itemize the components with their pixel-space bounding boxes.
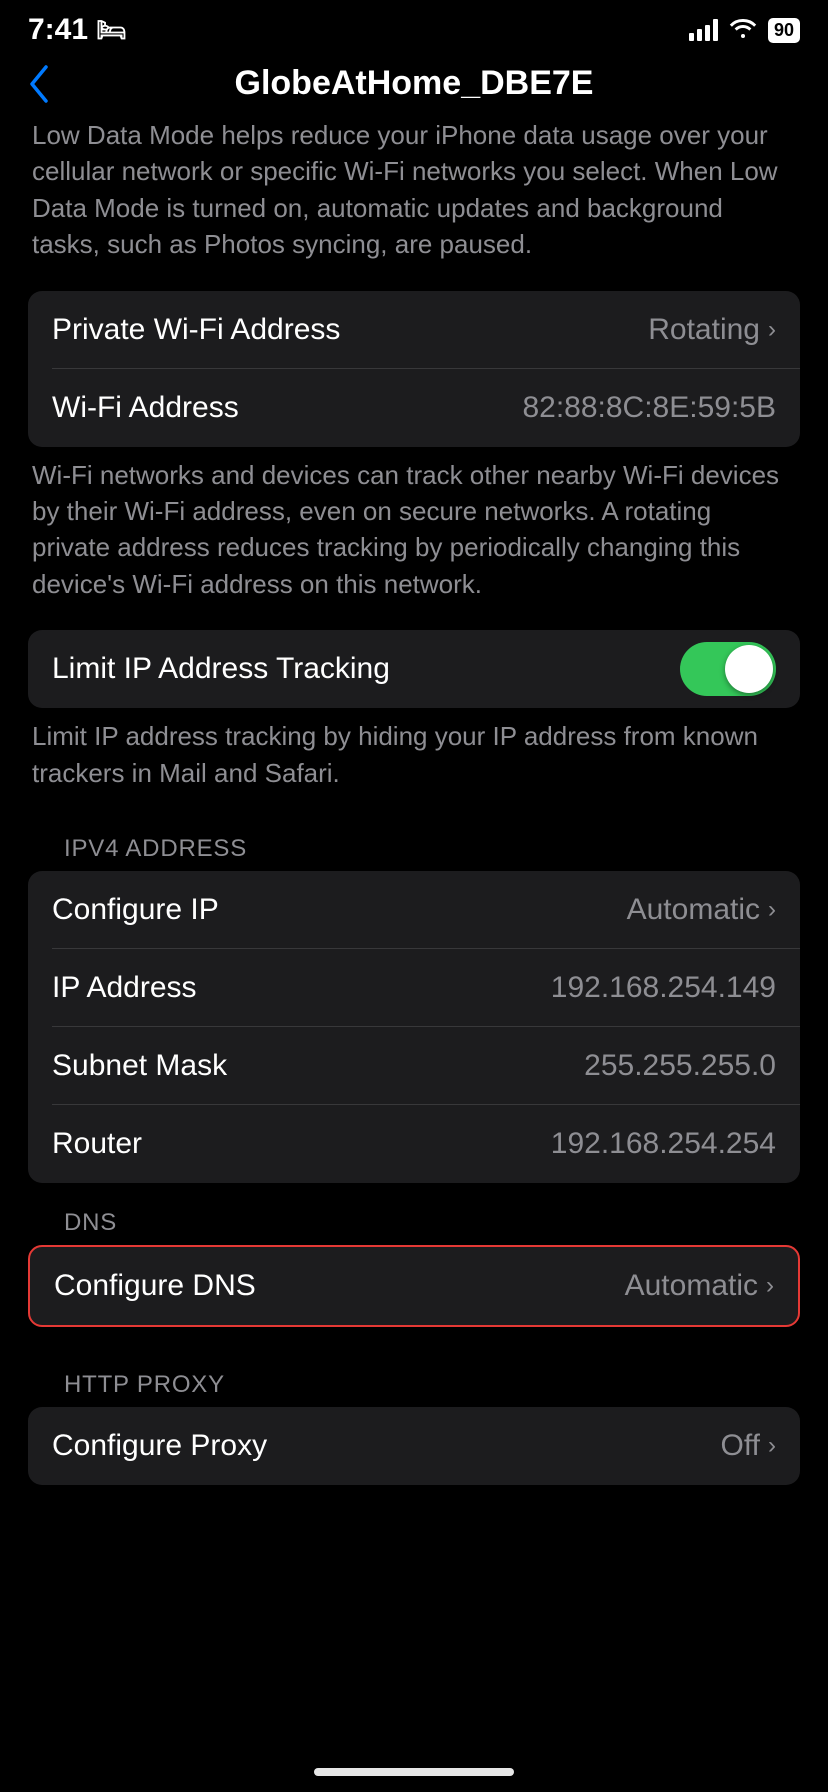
status-time: 7:41 🛏: [28, 13, 127, 47]
private-wifi-label: Private Wi-Fi Address: [52, 313, 340, 347]
battery-level: 90: [774, 20, 794, 41]
configure-dns-value: Automatic ›: [625, 1269, 774, 1303]
chevron-icon: ›: [768, 316, 776, 344]
home-bar: [314, 1768, 514, 1776]
chevron-icon: ›: [768, 1432, 776, 1460]
wifi-track-description: Wi-Fi networks and devices can track oth…: [28, 457, 800, 603]
router-value: 192.168.254.254: [551, 1127, 776, 1161]
time-label: 7:41: [28, 13, 88, 47]
limit-ip-group: Limit IP Address Tracking: [28, 630, 800, 708]
battery-indicator: 90: [768, 18, 800, 43]
main-content: Low Data Mode helps reduce your iPhone d…: [0, 117, 828, 1575]
private-wifi-row[interactable]: Private Wi-Fi Address Rotating ›: [28, 291, 800, 369]
configure-ip-label: Configure IP: [52, 893, 219, 927]
signal-bars-icon: [689, 19, 718, 41]
ip-address-label: IP Address: [52, 971, 197, 1005]
wifi-address-group: Private Wi-Fi Address Rotating › Wi-Fi A…: [28, 291, 800, 447]
router-row: Router 192.168.254.254: [28, 1105, 800, 1183]
low-data-description: Low Data Mode helps reduce your iPhone d…: [28, 117, 800, 263]
subnet-mask-row: Subnet Mask 255.255.255.0: [28, 1027, 800, 1105]
page-title: GlobeAtHome_DBE7E: [235, 64, 594, 103]
wifi-address-label: Wi-Fi Address: [52, 391, 239, 425]
dns-section-label: DNS: [28, 1193, 800, 1245]
subnet-mask-label: Subnet Mask: [52, 1049, 227, 1083]
limit-ip-toggle[interactable]: [680, 642, 776, 696]
configure-ip-row[interactable]: Configure IP Automatic ›: [28, 871, 800, 949]
limit-ip-label: Limit IP Address Tracking: [52, 652, 390, 686]
limit-ip-description: Limit IP address tracking by hiding your…: [28, 718, 800, 791]
configure-proxy-label: Configure Proxy: [52, 1429, 267, 1463]
back-button[interactable]: [28, 65, 50, 103]
ipv4-section-label: IPV4 ADDRESS: [28, 819, 800, 871]
subnet-mask-value: 255.255.255.0: [584, 1049, 776, 1083]
status-bar: 7:41 🛏 90: [0, 0, 828, 54]
dns-group: Configure DNS Automatic ›: [28, 1245, 800, 1327]
configure-proxy-value: Off ›: [721, 1429, 776, 1463]
wifi-icon: [728, 16, 758, 44]
bed-icon: 🛏: [96, 16, 126, 45]
configure-dns-row[interactable]: Configure DNS Automatic ›: [30, 1247, 798, 1325]
wifi-address-row: Wi-Fi Address 82:88:8C:8E:59:5B: [28, 369, 800, 447]
chevron-icon: ›: [766, 1272, 774, 1300]
limit-ip-row[interactable]: Limit IP Address Tracking: [28, 630, 800, 708]
ip-address-value: 192.168.254.149: [551, 971, 776, 1005]
ipv4-group: Configure IP Automatic › IP Address 192.…: [28, 871, 800, 1183]
http-proxy-section-label: HTTP PROXY: [28, 1355, 800, 1407]
router-label: Router: [52, 1127, 142, 1161]
configure-dns-label: Configure DNS: [54, 1269, 256, 1303]
wifi-address-value: 82:88:8C:8E:59:5B: [522, 391, 776, 425]
ip-address-row: IP Address 192.168.254.149: [28, 949, 800, 1027]
configure-ip-value: Automatic ›: [627, 893, 776, 927]
toggle-thumb: [725, 645, 773, 693]
private-wifi-value: Rotating ›: [648, 313, 776, 347]
chevron-icon: ›: [768, 896, 776, 924]
configure-proxy-row[interactable]: Configure Proxy Off ›: [28, 1407, 800, 1485]
status-icons: 90: [689, 16, 800, 44]
nav-header: GlobeAtHome_DBE7E: [0, 54, 828, 117]
proxy-group: Configure Proxy Off ›: [28, 1407, 800, 1485]
